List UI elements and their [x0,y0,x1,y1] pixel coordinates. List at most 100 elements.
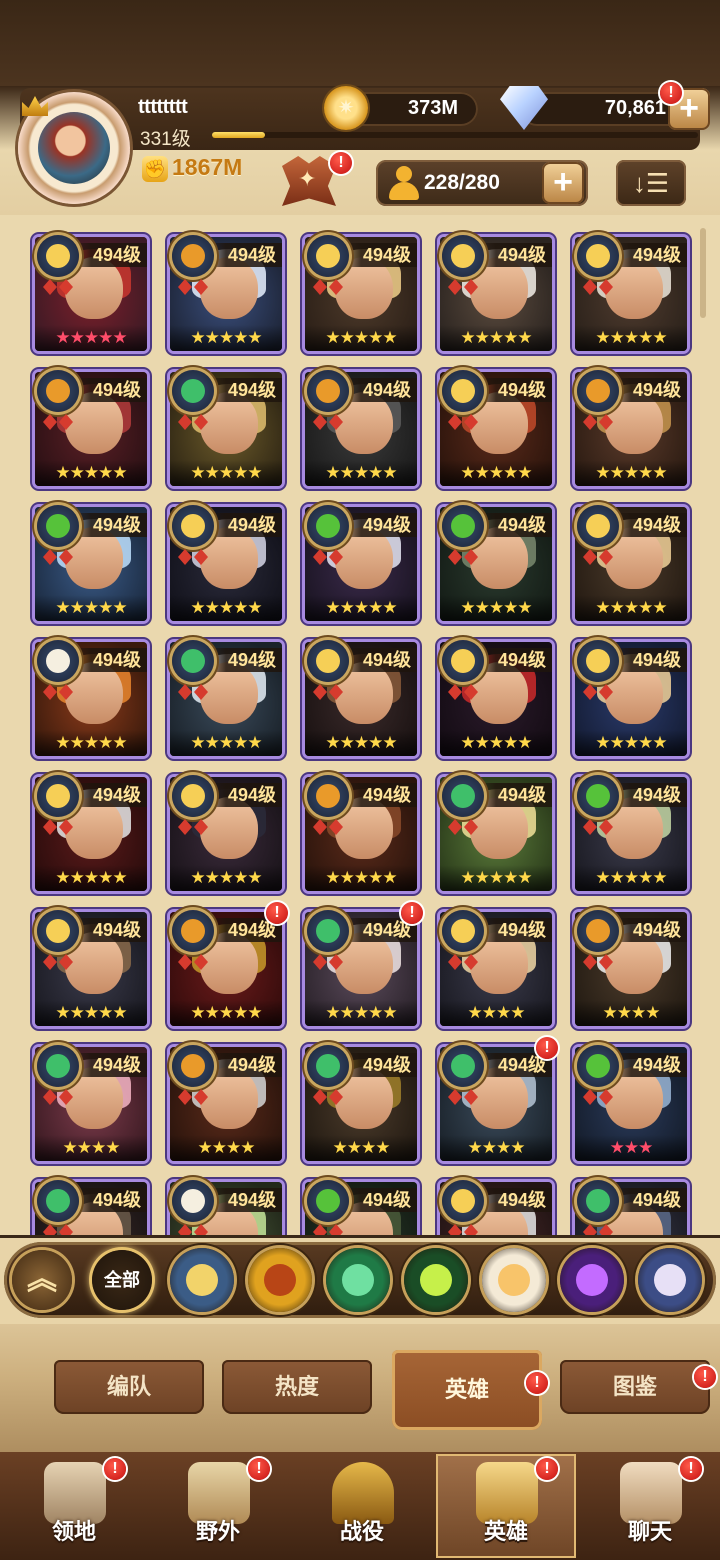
hero-stars: ★★★★ [575,1000,687,1026]
hero-level: 494级 [607,1053,687,1077]
nav-label: 英雄 [483,1519,528,1544]
avatar-portrait [38,112,110,184]
hero-level: 494级 [472,918,552,942]
filter-celestial-icon[interactable] [482,1248,546,1312]
nav-label: 聊天 [627,1519,672,1544]
mauler-icon [172,1045,214,1087]
hero-stars: ★★★★★ [440,865,552,891]
tab-4[interactable]: 图鉴 [560,1360,710,1414]
graveborn-icon [37,505,79,547]
nav-label: 领地 [51,1519,96,1544]
filter-wilder-icon[interactable] [326,1248,390,1312]
hero-stars: ★★★★★ [305,1000,417,1026]
hero-level: 494级 [472,1188,552,1212]
celestial-icon [498,1264,530,1296]
nav-item-5[interactable]: 聊天! [580,1454,720,1558]
hero-slots-count: 228/280 [424,171,500,194]
hero-stars: ★★★★★ [575,325,687,351]
nav-item-4[interactable]: 英雄! [436,1454,576,1558]
hero-level: 494级 [472,243,552,267]
tab-2[interactable]: 热度 [222,1360,372,1414]
hero-stars: ★★★★ [440,1000,552,1026]
xp-bar-fill [212,132,266,138]
lightbearer-icon [577,235,619,277]
hero-stars: ★★★★★ [305,595,417,621]
hero-level: 494级 [202,648,282,672]
filter-all-button[interactable]: 全部 [92,1250,152,1310]
mauler-icon [307,775,349,817]
filter-graveborn-icon[interactable] [404,1248,468,1312]
hero-level: 494级 [607,378,687,402]
hero-level: 494级 [472,513,552,537]
hero-level: 494级 [202,513,282,537]
hero-stars: ★★★ [575,1135,687,1161]
graveborn-icon [307,1180,349,1222]
lightbearer-icon [577,640,619,682]
hero-level: 494级 [607,648,687,672]
graveborn-icon [577,1045,619,1087]
gem-amount: 70,861 [604,97,666,119]
hero-stars: ★★★★★ [35,865,147,891]
hero-stars: ★★★★ [170,1135,282,1161]
hero-level: 494级 [607,1188,687,1212]
hero-level: 494级 [472,648,552,672]
lightbearer-icon [172,505,214,547]
dimensional-icon [654,1264,686,1296]
hero-stars: ★★★★★ [35,325,147,351]
alert-badge: ! [526,1372,548,1394]
alert-badge: ! [536,1037,558,1059]
hero-level: 494级 [67,648,147,672]
lightbearer-icon [442,640,484,682]
graveborn-icon [420,1264,452,1296]
lightbearer-icon [307,235,349,277]
hero-stars: ★★★★ [35,1135,147,1161]
hero-stars: ★★★★★ [575,595,687,621]
hero-level: 494级 [67,378,147,402]
sort-button[interactable]: ↓☰ [616,160,686,206]
graveborn-icon [577,775,619,817]
combat-power: 1867M [172,154,243,180]
filter-hypogean-icon[interactable] [560,1248,624,1312]
tab-1[interactable]: 编队 [54,1360,204,1414]
scrollbar[interactable] [700,228,706,318]
celestial-icon [172,1180,214,1222]
hero-level: 494级 [337,1053,417,1077]
nav-label: 野外 [195,1519,240,1544]
filter-mauler-icon[interactable] [248,1248,312,1312]
nav-item-3[interactable]: 战役 [292,1454,432,1558]
alert-badge: ! [104,1458,126,1480]
wilder-icon [172,370,214,412]
hero-level: 494级 [67,1053,147,1077]
mauler-icon [577,370,619,412]
collapse-button[interactable]: ︽ [12,1250,72,1310]
alert-badge: ! [536,1458,558,1480]
hero-stars: ★★★★★ [440,325,552,351]
hero-level: 494级 [67,513,147,537]
nav-label: 战役 [339,1519,384,1544]
celestial-icon [37,640,79,682]
nav-item-2[interactable]: 野外! [148,1454,288,1558]
hero-level: 494级 [337,513,417,537]
nav-item-1[interactable]: 领地! [4,1454,144,1558]
mauler-icon [172,910,214,952]
lightbearer-icon [442,910,484,952]
filter-dimensional-icon[interactable] [638,1248,702,1312]
lightbearer-icon [186,1264,218,1296]
tab-3[interactable]: 英雄 [392,1350,542,1430]
wilder-icon [442,1045,484,1087]
expand-slots-button[interactable]: + [542,162,584,204]
mauler-icon [307,370,349,412]
lightbearer-icon [37,775,79,817]
hero-level: 494级 [607,918,687,942]
alert-badge: ! [330,152,352,174]
hero-stars: ★★★★★ [170,1000,282,1026]
lightbearer-icon [172,775,214,817]
mauler-icon [37,370,79,412]
alert-badge: ! [660,82,682,104]
hero-level: 494级 [202,783,282,807]
hero-stars: ★★★★★ [170,325,282,351]
filter-lightbearer-icon[interactable] [170,1248,234,1312]
hero-level: 494级 [337,378,417,402]
gold-amount: 373M [407,97,458,119]
hero-level: 494级 [607,243,687,267]
